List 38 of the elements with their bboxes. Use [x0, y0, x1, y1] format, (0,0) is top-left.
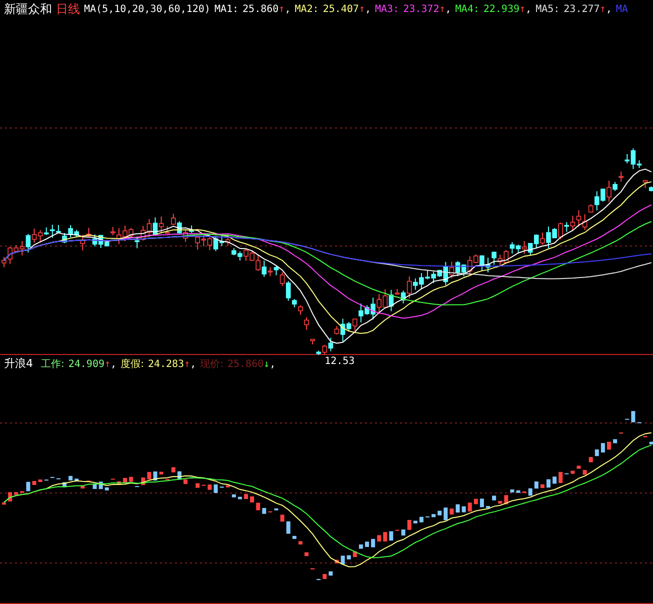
stock-name: 新疆众和	[4, 1, 52, 18]
ma-value: 23.372	[403, 2, 440, 16]
trend-arrow: ↑	[520, 2, 526, 16]
separator: ,	[526, 2, 532, 16]
separator: ,	[284, 2, 291, 16]
ma-label: MA2:	[294, 2, 319, 16]
indicator-name: MA(5,10,20,30,60,120)	[84, 2, 210, 16]
indicator-value: 24.283	[148, 358, 184, 372]
indicator-label: 现价:	[200, 358, 224, 372]
trend-arrow: ↑	[104, 358, 111, 372]
ma-value: 22.939	[483, 2, 520, 16]
ma-label: MA4:	[455, 2, 480, 16]
period-label: 日线	[56, 1, 80, 18]
ma-label: MA3:	[375, 2, 400, 16]
separator: ,	[110, 358, 117, 372]
separator: ,	[445, 2, 452, 16]
separator: ,	[190, 358, 196, 372]
separator: ,	[606, 2, 612, 16]
ma-label: MA1:	[214, 2, 239, 16]
ma-label: MA5:	[536, 2, 560, 16]
ma-value: 25.407	[322, 2, 359, 16]
trend-arrow: ↓	[264, 358, 270, 372]
trend-arrow: ↑	[439, 2, 446, 16]
indicator-title: 升浪4	[4, 356, 33, 372]
indicator-value: 24.909	[68, 358, 104, 372]
indicator-label: 工作:	[41, 358, 64, 372]
trend-arrow: ↑	[278, 2, 285, 16]
separator: ,	[270, 358, 276, 372]
ma-label: MA	[616, 2, 628, 16]
indicator-label: 度假:	[120, 358, 144, 372]
ma-value: 23.277	[564, 2, 600, 16]
low-price-label: 12.53	[324, 355, 355, 370]
trend-arrow: ↑	[358, 2, 365, 16]
ma-value: 25.860	[242, 2, 279, 16]
separator: ,	[364, 2, 371, 16]
trend-arrow: ↑	[600, 2, 606, 16]
indicator-value: 25.860	[228, 358, 264, 372]
trend-arrow: ↑	[184, 358, 190, 372]
